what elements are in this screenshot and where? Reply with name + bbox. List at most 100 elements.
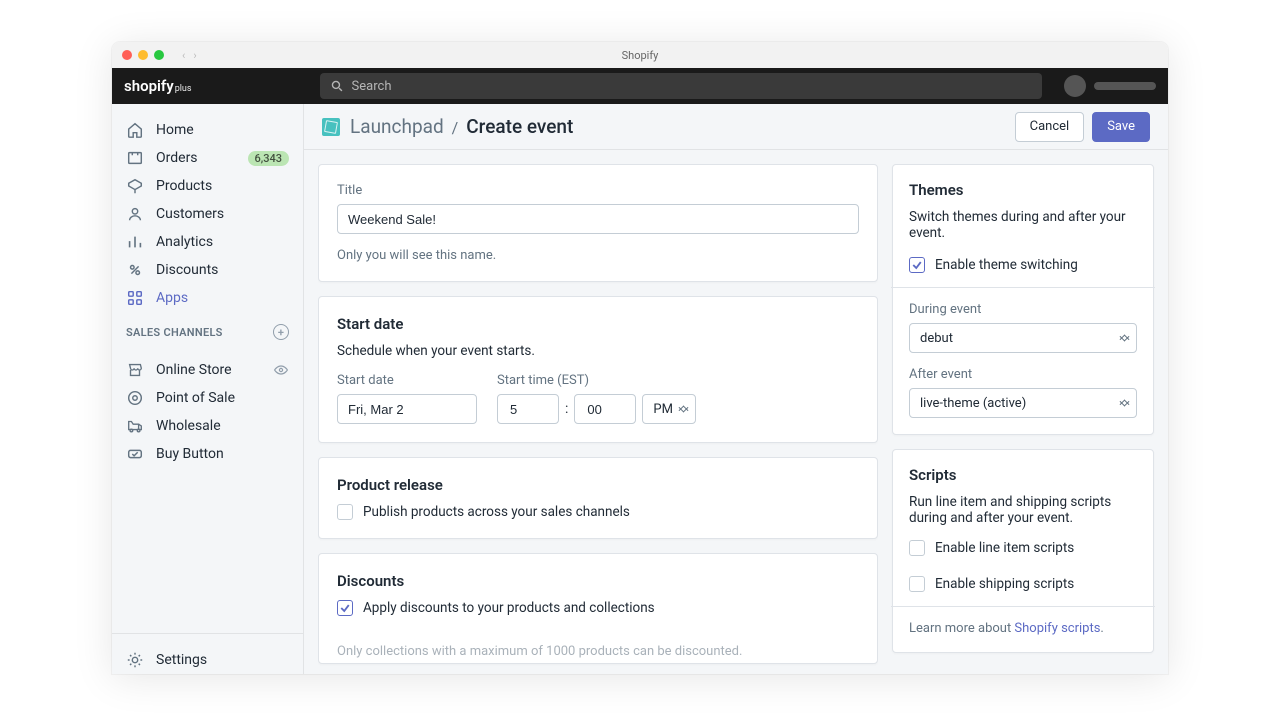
themes-card: Themes Switch themes during and after yo… xyxy=(892,164,1154,435)
cancel-button[interactable]: Cancel xyxy=(1015,112,1085,142)
sidebar-item-label: Point of Sale xyxy=(156,390,235,406)
start-date-input[interactable] xyxy=(337,394,477,424)
minimize-traffic-light-icon[interactable] xyxy=(138,50,148,60)
sidebar-item-label: Home xyxy=(156,122,194,138)
page-header: Launchpad / Create event Cancel Save xyxy=(304,104,1168,150)
apps-icon xyxy=(126,289,144,307)
publish-products-checkbox[interactable] xyxy=(337,504,353,520)
enable-line-item-scripts-label: Enable line item scripts xyxy=(935,540,1074,556)
after-event-select[interactable]: live-theme (active) xyxy=(909,388,1137,418)
sidebar-bottom: Settings xyxy=(112,633,303,674)
start-date-card: Start date Schedule when your event star… xyxy=(318,296,878,443)
breadcrumb-root[interactable]: Launchpad xyxy=(350,115,444,138)
enable-theme-switching-checkbox[interactable] xyxy=(909,257,925,273)
products-icon xyxy=(126,177,144,195)
start-date-desc: Schedule when your event starts. xyxy=(337,343,859,359)
point-of-sale-icon xyxy=(126,389,144,407)
orders-badge: 6,343 xyxy=(248,151,289,166)
sidebar-item-discounts[interactable]: Discounts xyxy=(112,256,303,284)
save-label: Save xyxy=(1107,119,1135,134)
sidebar-item-label: Online Store xyxy=(156,362,232,378)
title-hint: Only you will see this name. xyxy=(337,248,859,263)
scripts-card: Scripts Run line item and shipping scrip… xyxy=(892,449,1154,653)
app-window: ‹ › Shopify shopifyplus Search HomeOrder… xyxy=(112,42,1168,674)
title-input[interactable] xyxy=(337,204,859,234)
apply-discounts-checkbox[interactable] xyxy=(337,600,353,616)
sidebar-item-apps[interactable]: Apps xyxy=(112,284,303,312)
gear-icon xyxy=(126,651,144,669)
sidebar-item-label: Products xyxy=(156,178,212,194)
zoom-traffic-light-icon[interactable] xyxy=(154,50,164,60)
view-store-icon[interactable] xyxy=(273,362,289,378)
search-placeholder: Search xyxy=(352,79,392,94)
discounts-card: Discounts Apply discounts to your produc… xyxy=(318,553,878,664)
sidebar-item-label: Buy Button xyxy=(156,446,224,462)
after-event-label: After event xyxy=(909,367,1137,382)
sidebar-item-settings[interactable]: Settings xyxy=(112,646,303,674)
title-card: Title Only you will see this name. xyxy=(318,164,878,282)
sidebar-section-channels: SALES CHANNELS + xyxy=(112,312,303,344)
cancel-label: Cancel xyxy=(1030,119,1070,134)
analytics-icon xyxy=(126,233,144,251)
sidebar-item-wholesale[interactable]: Wholesale xyxy=(112,412,303,440)
brand-name: shopify xyxy=(124,77,174,95)
scripts-desc: Run line item and shipping scripts durin… xyxy=(909,494,1137,526)
sidebar-item-label: Wholesale xyxy=(156,418,221,434)
breadcrumb-sep: / xyxy=(452,118,459,137)
brand-logo[interactable]: shopifyplus xyxy=(124,77,192,95)
ampm-value: PM xyxy=(653,402,673,417)
nav-arrows: ‹ › xyxy=(182,49,197,62)
time-colon: : xyxy=(565,401,568,417)
user-menu[interactable] xyxy=(1064,75,1156,97)
forward-icon[interactable]: › xyxy=(193,49,196,62)
during-event-select[interactable]: debut xyxy=(909,323,1137,353)
ampm-select[interactable]: PM xyxy=(642,394,696,424)
sidebar-item-customers[interactable]: Customers xyxy=(112,200,303,228)
during-event-label: During event xyxy=(909,302,1137,317)
start-hour-input[interactable] xyxy=(497,394,559,424)
sidebar: Home Orders6,343 Products Customers Analytic… xyxy=(112,104,304,674)
home-icon xyxy=(126,121,144,139)
start-date-label: Start date xyxy=(337,373,477,388)
sidebar-item-label: Analytics xyxy=(156,234,213,250)
sidebar-item-online-store[interactable]: Online Store xyxy=(112,356,303,384)
themes-title: Themes xyxy=(909,181,1137,199)
apply-discounts-label: Apply discounts to your products and col… xyxy=(363,600,655,616)
avatar-icon xyxy=(1064,75,1086,97)
sidebar-item-buy-button[interactable]: Buy Button xyxy=(112,440,303,468)
breadcrumb: Launchpad / Create event xyxy=(350,115,573,138)
launchpad-icon xyxy=(322,118,340,136)
scripts-title: Scripts xyxy=(909,466,1137,484)
enable-shipping-scripts-checkbox[interactable] xyxy=(909,576,925,592)
top-bar: shopifyplus Search xyxy=(112,68,1168,104)
close-traffic-light-icon[interactable] xyxy=(122,50,132,60)
enable-line-item-scripts-checkbox[interactable] xyxy=(909,540,925,556)
enable-theme-switching-label: Enable theme switching xyxy=(935,257,1078,273)
start-time-label: Start time (EST) xyxy=(497,373,696,388)
back-icon[interactable]: ‹ xyxy=(182,49,185,62)
customers-icon xyxy=(126,205,144,223)
user-name-placeholder xyxy=(1094,82,1156,90)
shopify-scripts-link[interactable]: Shopify scripts xyxy=(1014,621,1100,636)
sidebar-item-label: Apps xyxy=(156,290,188,306)
title-label: Title xyxy=(337,183,859,198)
sidebar-item-home[interactable]: Home xyxy=(112,116,303,144)
product-release-title: Product release xyxy=(337,476,859,494)
start-date-title: Start date xyxy=(337,315,859,333)
sidebar-section-label: SALES CHANNELS xyxy=(126,326,223,339)
online-store-icon xyxy=(126,361,144,379)
add-channel-icon[interactable]: + xyxy=(273,324,289,340)
scripts-learn-more: Learn more about Shopify scripts. xyxy=(909,621,1137,636)
sidebar-item-analytics[interactable]: Analytics xyxy=(112,228,303,256)
sidebar-item-orders[interactable]: Orders6,343 xyxy=(112,144,303,172)
save-button[interactable]: Save xyxy=(1092,112,1150,142)
brand-suffix: plus xyxy=(175,84,192,94)
discounts-icon xyxy=(126,261,144,279)
search-input[interactable]: Search xyxy=(320,73,1042,99)
sidebar-item-products[interactable]: Products xyxy=(112,172,303,200)
buy-button-icon xyxy=(126,445,144,463)
discounts-title: Discounts xyxy=(337,572,859,590)
sidebar-item-point-of-sale[interactable]: Point of Sale xyxy=(112,384,303,412)
discounts-hint: Only collections with a maximum of 1000 … xyxy=(337,644,859,659)
start-minute-input[interactable] xyxy=(574,394,636,424)
